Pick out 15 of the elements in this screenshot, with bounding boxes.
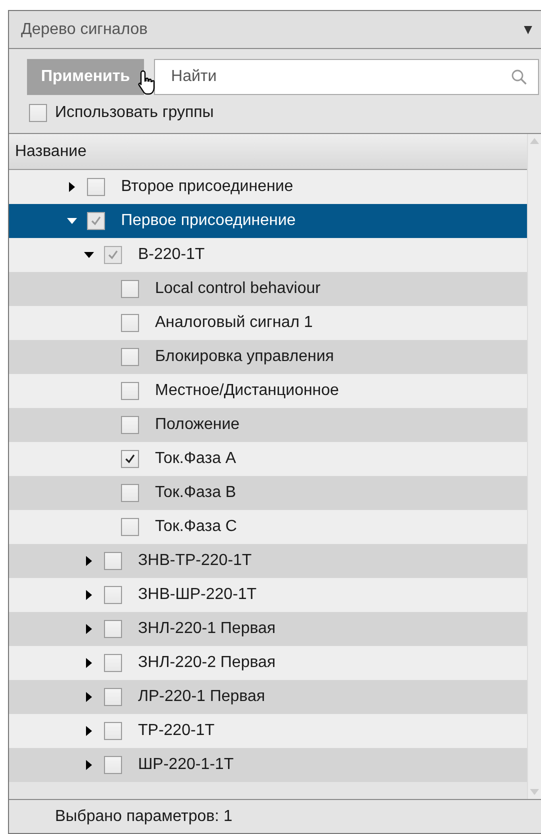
check-icon bbox=[90, 215, 102, 227]
tree-row[interactable]: Второе присоединение bbox=[9, 170, 527, 204]
use-groups-label: Использовать группы bbox=[55, 103, 214, 123]
search-field[interactable]: Найти bbox=[154, 59, 539, 95]
check-icon bbox=[107, 249, 119, 261]
checkbox[interactable] bbox=[87, 178, 105, 196]
search-icon bbox=[511, 69, 527, 85]
checkbox[interactable] bbox=[29, 104, 47, 122]
check-icon bbox=[124, 453, 136, 465]
column-header[interactable]: Название bbox=[9, 134, 527, 170]
scroll-up-icon[interactable] bbox=[530, 138, 539, 144]
panel-title: Дерево сигналов bbox=[21, 20, 148, 40]
collapse-button[interactable]: ▼ bbox=[521, 19, 535, 40]
scroll-down-icon[interactable] bbox=[530, 789, 539, 795]
expand-arrow-icon[interactable] bbox=[67, 182, 77, 192]
